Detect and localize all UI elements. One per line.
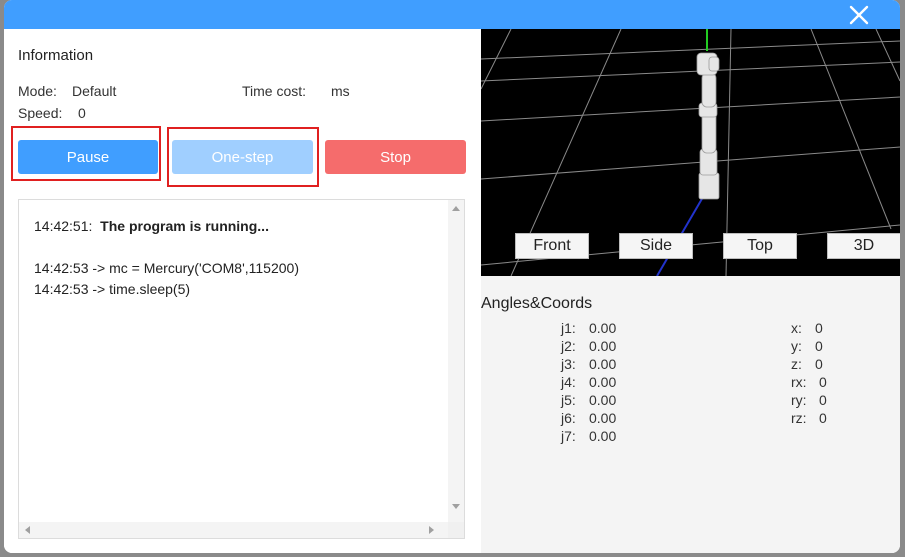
log-line: 14:42:53 -> mc = Mercury('COM8',115200) bbox=[34, 260, 299, 276]
log-output[interactable]: 14:42:51: The program is running... 14:4… bbox=[18, 199, 465, 539]
log-line: 14:42:53 -> time.sleep(5) bbox=[34, 281, 190, 297]
top-view-button[interactable]: Top bbox=[723, 233, 797, 259]
scroll-down-icon[interactable] bbox=[452, 504, 460, 509]
log-time: 14:42:51: bbox=[34, 218, 93, 234]
log-time: 14:42:53 bbox=[34, 260, 89, 276]
3d-viewport[interactable]: Front Side Top 3D bbox=[481, 29, 900, 276]
coord-value: 0 bbox=[815, 320, 823, 336]
scroll-right-icon[interactable] bbox=[429, 526, 434, 534]
close-button[interactable] bbox=[846, 2, 872, 28]
speed-value: 0 bbox=[78, 105, 86, 121]
mode-value: Default bbox=[72, 83, 117, 99]
log-text: -> time.sleep(5) bbox=[92, 281, 191, 297]
joint-label: j7: bbox=[561, 428, 576, 444]
control-dialog: Information Mode: Default Time cost: ms … bbox=[4, 0, 900, 553]
joint-value: 0.00 bbox=[589, 374, 617, 390]
joint-value: 0.00 bbox=[589, 338, 617, 354]
joint-label: j6: bbox=[561, 410, 576, 426]
front-view-button[interactable]: Front bbox=[515, 233, 589, 259]
joint-value: 0.00 bbox=[589, 428, 617, 444]
dialog-titlebar bbox=[4, 0, 900, 29]
highlight-box-one-step bbox=[167, 127, 319, 187]
joint-value: 0.00 bbox=[589, 410, 617, 426]
information-title: Information bbox=[18, 47, 94, 64]
log-text: The program is running... bbox=[100, 218, 269, 234]
coord-label: x: bbox=[791, 320, 802, 336]
joint-label: j3: bbox=[561, 356, 576, 372]
robot-arm-model bbox=[696, 52, 720, 200]
coord-value: 0 bbox=[819, 392, 827, 408]
joint-label: j5: bbox=[561, 392, 576, 408]
horizontal-scrollbar[interactable] bbox=[19, 522, 449, 538]
joint-value: 0.00 bbox=[589, 356, 617, 372]
log-text: -> mc = Mercury('COM8',115200) bbox=[92, 260, 299, 276]
joint-value: 0.00 bbox=[589, 320, 617, 336]
log-line: 14:42:51: The program is running... bbox=[34, 218, 269, 234]
coord-label: z: bbox=[791, 356, 802, 372]
coord-label: ry: bbox=[791, 392, 807, 408]
joint-label: j2: bbox=[561, 338, 576, 354]
log-time: 14:42:53 bbox=[34, 281, 89, 297]
joint-label: j1: bbox=[561, 320, 576, 336]
mode-label: Mode: bbox=[18, 83, 57, 99]
coord-label: rx: bbox=[791, 374, 807, 390]
info-panel: Information Mode: Default Time cost: ms … bbox=[4, 29, 481, 553]
coord-value: 0 bbox=[819, 410, 827, 426]
coord-label: rz: bbox=[791, 410, 807, 426]
scroll-up-icon[interactable] bbox=[452, 206, 460, 211]
3d-view-button[interactable]: 3D bbox=[827, 233, 900, 259]
scroll-left-icon[interactable] bbox=[25, 526, 30, 534]
side-view-button[interactable]: Side bbox=[619, 233, 693, 259]
joint-label: j4: bbox=[561, 374, 576, 390]
angles-coords-title: Angles&Coords bbox=[481, 295, 593, 312]
time-cost-unit: ms bbox=[331, 83, 350, 99]
coord-value: 0 bbox=[815, 356, 823, 372]
highlight-box-pause bbox=[11, 126, 161, 181]
stop-button[interactable]: Stop bbox=[325, 140, 466, 174]
scroll-corner bbox=[448, 522, 464, 538]
time-cost-label: Time cost: bbox=[242, 83, 307, 99]
vertical-scrollbar[interactable] bbox=[448, 200, 464, 522]
speed-label: Speed: bbox=[18, 105, 63, 121]
visual-panel: Front Side Top 3D Angles&Coords j1: 0.00… bbox=[481, 29, 900, 553]
close-icon bbox=[849, 5, 869, 25]
joint-value: 0.00 bbox=[589, 392, 617, 408]
coord-value: 0 bbox=[819, 374, 827, 390]
coord-value: 0 bbox=[815, 338, 823, 354]
coord-label: y: bbox=[791, 338, 802, 354]
